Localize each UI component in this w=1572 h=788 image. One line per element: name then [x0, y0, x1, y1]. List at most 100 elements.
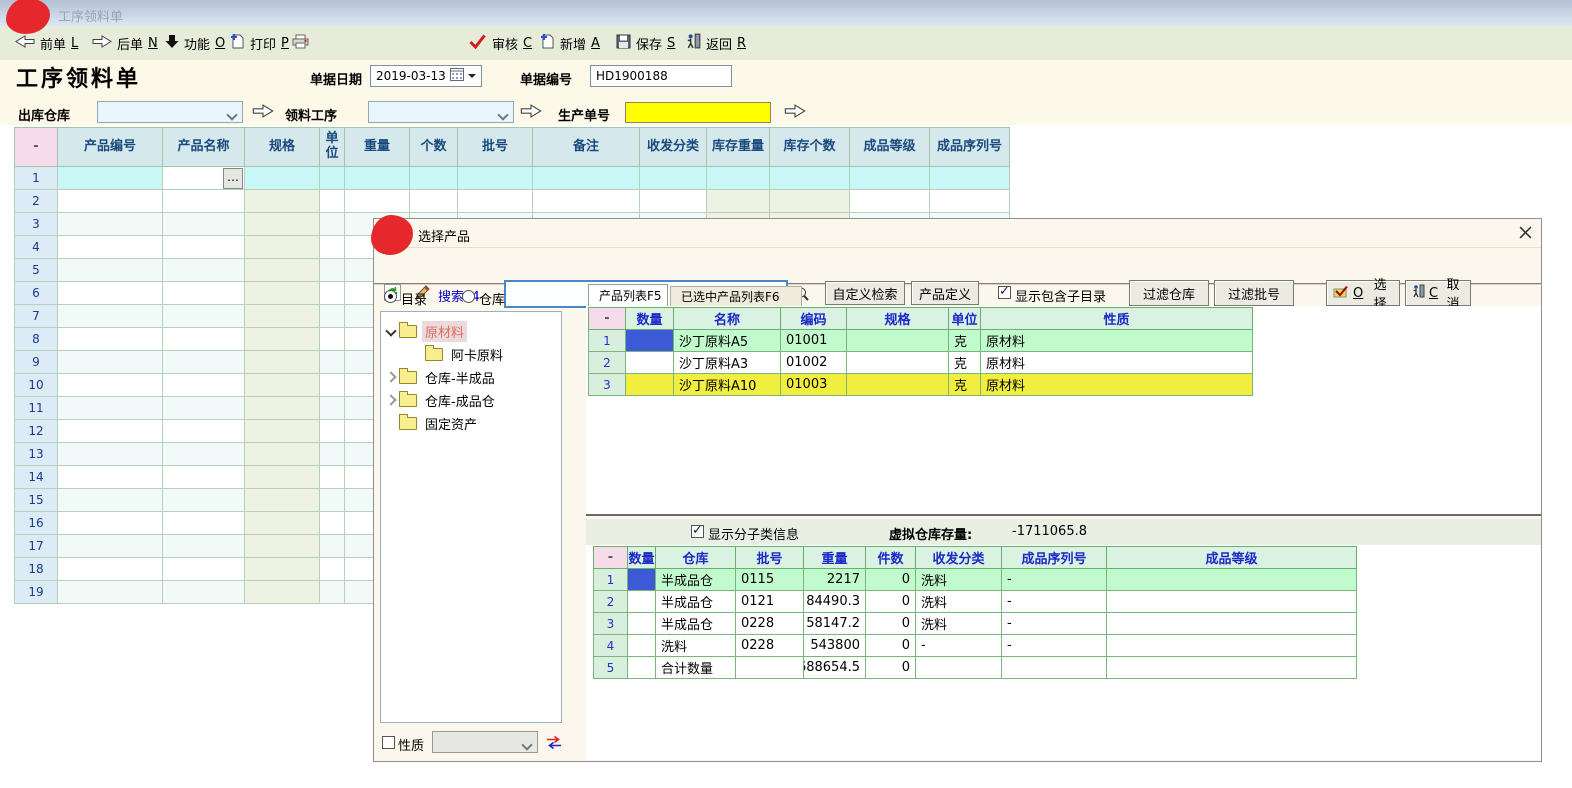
- product-cell-nature[interactable]: 原材料: [981, 352, 1253, 374]
- grid-cell[interactable]: [245, 167, 320, 190]
- stock-cell-7[interactable]: [1107, 591, 1357, 613]
- grid-cell[interactable]: [320, 328, 345, 351]
- warehouse-lookup-hand-icon[interactable]: [252, 104, 274, 119]
- grid-cell[interactable]: [320, 190, 345, 213]
- row-number[interactable]: 3: [593, 613, 628, 635]
- grid-cell[interactable]: [345, 190, 410, 213]
- toolbar-printer-button[interactable]: [292, 32, 309, 54]
- stock-cell-1[interactable]: 半成品仓: [656, 613, 736, 635]
- grid-cell[interactable]: [320, 351, 345, 374]
- grid-cell[interactable]: [58, 351, 163, 374]
- order-lookup-hand-icon[interactable]: [784, 104, 806, 119]
- row-number[interactable]: 1: [14, 167, 58, 190]
- grid-cell[interactable]: [640, 167, 707, 190]
- grid-cell[interactable]: [533, 190, 640, 213]
- filter-warehouse-button[interactable]: 过滤仓库: [1129, 280, 1209, 306]
- grid-cell[interactable]: [320, 489, 345, 512]
- stock-cell-7[interactable]: [1107, 635, 1357, 657]
- filter-batch-button[interactable]: 过滤批号: [1214, 280, 1294, 306]
- table-row[interactable]: 5合计数量688654.50: [593, 657, 1357, 679]
- grid-cell[interactable]: [58, 512, 163, 535]
- grid-cell[interactable]: [320, 420, 345, 443]
- stock-cell-7[interactable]: [1107, 569, 1357, 591]
- stock-cell-5[interactable]: -: [916, 635, 1002, 657]
- row-number[interactable]: 17: [14, 535, 58, 558]
- nature-checkbox[interactable]: [382, 736, 395, 749]
- stock-cell-3[interactable]: 543800: [804, 635, 866, 657]
- radio-warehouse[interactable]: [462, 290, 475, 303]
- grid-cell[interactable]: [245, 558, 320, 581]
- grid-cell[interactable]: [320, 167, 345, 190]
- grid-cell[interactable]: [163, 374, 245, 397]
- grid-cell[interactable]: [245, 282, 320, 305]
- grid-cell[interactable]: [163, 305, 245, 328]
- grid-cell[interactable]: [163, 558, 245, 581]
- stock-cell-0[interactable]: [628, 613, 656, 635]
- row-number[interactable]: 9: [14, 351, 58, 374]
- stock-cell-3[interactable]: 84490.3: [804, 591, 866, 613]
- grid-cell[interactable]: [58, 443, 163, 466]
- tree-item[interactable]: 阿卡原料: [383, 343, 506, 365]
- row-number[interactable]: 4: [593, 635, 628, 657]
- tab-product-list[interactable]: 产品列表F5: [588, 284, 668, 306]
- table-row[interactable]: 3半成品仓022858147.20洗料-: [593, 613, 1357, 635]
- table-row[interactable]: 3沙丁原料A1001003克原材料: [588, 374, 1253, 396]
- grid-cell[interactable]: [320, 236, 345, 259]
- grid-cell[interactable]: [58, 282, 163, 305]
- grid-cell[interactable]: [245, 328, 320, 351]
- grid-cell[interactable]: [163, 282, 245, 305]
- row-number[interactable]: 4: [14, 236, 58, 259]
- row-number[interactable]: 3: [14, 213, 58, 236]
- grid-cell[interactable]: [58, 420, 163, 443]
- stock-cell-1[interactable]: 洗料: [656, 635, 736, 657]
- close-icon[interactable]: [1519, 226, 1533, 240]
- grid-cell[interactable]: [245, 236, 320, 259]
- grid-cell[interactable]: [245, 213, 320, 236]
- product-cell-spec[interactable]: [847, 374, 949, 396]
- nature-combo[interactable]: [432, 731, 538, 753]
- grid-cell[interactable]: [163, 535, 245, 558]
- stock-cell-6[interactable]: -: [1002, 569, 1107, 591]
- grid-cell[interactable]: [58, 581, 163, 604]
- grid-cell[interactable]: [245, 512, 320, 535]
- grid-cell[interactable]: [320, 512, 345, 535]
- grid-cell[interactable]: [58, 558, 163, 581]
- stock-cell-4[interactable]: 0: [866, 613, 916, 635]
- row-number[interactable]: 12: [14, 420, 58, 443]
- row-number[interactable]: 15: [14, 489, 58, 512]
- product-cell-unit[interactable]: 克: [949, 330, 981, 352]
- grid-cell[interactable]: [58, 328, 163, 351]
- tree-item[interactable]: 仓库-成品仓: [383, 389, 498, 411]
- row-number[interactable]: 7: [14, 305, 58, 328]
- stock-cell-4[interactable]: 0: [866, 591, 916, 613]
- grid-cell[interactable]: [245, 259, 320, 282]
- grid-cell[interactable]: [320, 558, 345, 581]
- grid-cell[interactable]: [245, 443, 320, 466]
- row-number[interactable]: 2: [593, 591, 628, 613]
- stock-cell-2[interactable]: 0228: [736, 635, 804, 657]
- grid-cell[interactable]: [58, 236, 163, 259]
- grid-cell[interactable]: [320, 282, 345, 305]
- grid-cell[interactable]: [163, 466, 245, 489]
- grid-cell[interactable]: [850, 167, 930, 190]
- stock-cell-3[interactable]: 58147.2: [804, 613, 866, 635]
- grid-cell[interactable]: [930, 190, 1010, 213]
- product-cell-code[interactable]: 01002: [781, 352, 847, 374]
- stock-cell-6[interactable]: -: [1002, 635, 1107, 657]
- grid-cell[interactable]: [410, 167, 458, 190]
- grid-cell[interactable]: [163, 443, 245, 466]
- grid-cell[interactable]: [320, 305, 345, 328]
- stock-cell-2[interactable]: 0228: [736, 613, 804, 635]
- product-cell-code[interactable]: 01001: [781, 330, 847, 352]
- stock-cell-5[interactable]: 洗料: [916, 591, 1002, 613]
- toolbar-print-button[interactable]: 打印P: [230, 32, 289, 54]
- row-number[interactable]: 14: [14, 466, 58, 489]
- stock-cell-3[interactable]: 688654.5: [804, 657, 866, 679]
- grid-cell[interactable]: [245, 190, 320, 213]
- product-cell-nature[interactable]: 原材料: [981, 330, 1253, 352]
- product-cell-spec[interactable]: [847, 330, 949, 352]
- toolbar-audit-button[interactable]: 审核C: [468, 32, 532, 54]
- table-row[interactable]: 4洗料02285438000--: [593, 635, 1357, 657]
- radio-directory[interactable]: [384, 290, 397, 303]
- show-detail-checkbox[interactable]: [691, 525, 704, 538]
